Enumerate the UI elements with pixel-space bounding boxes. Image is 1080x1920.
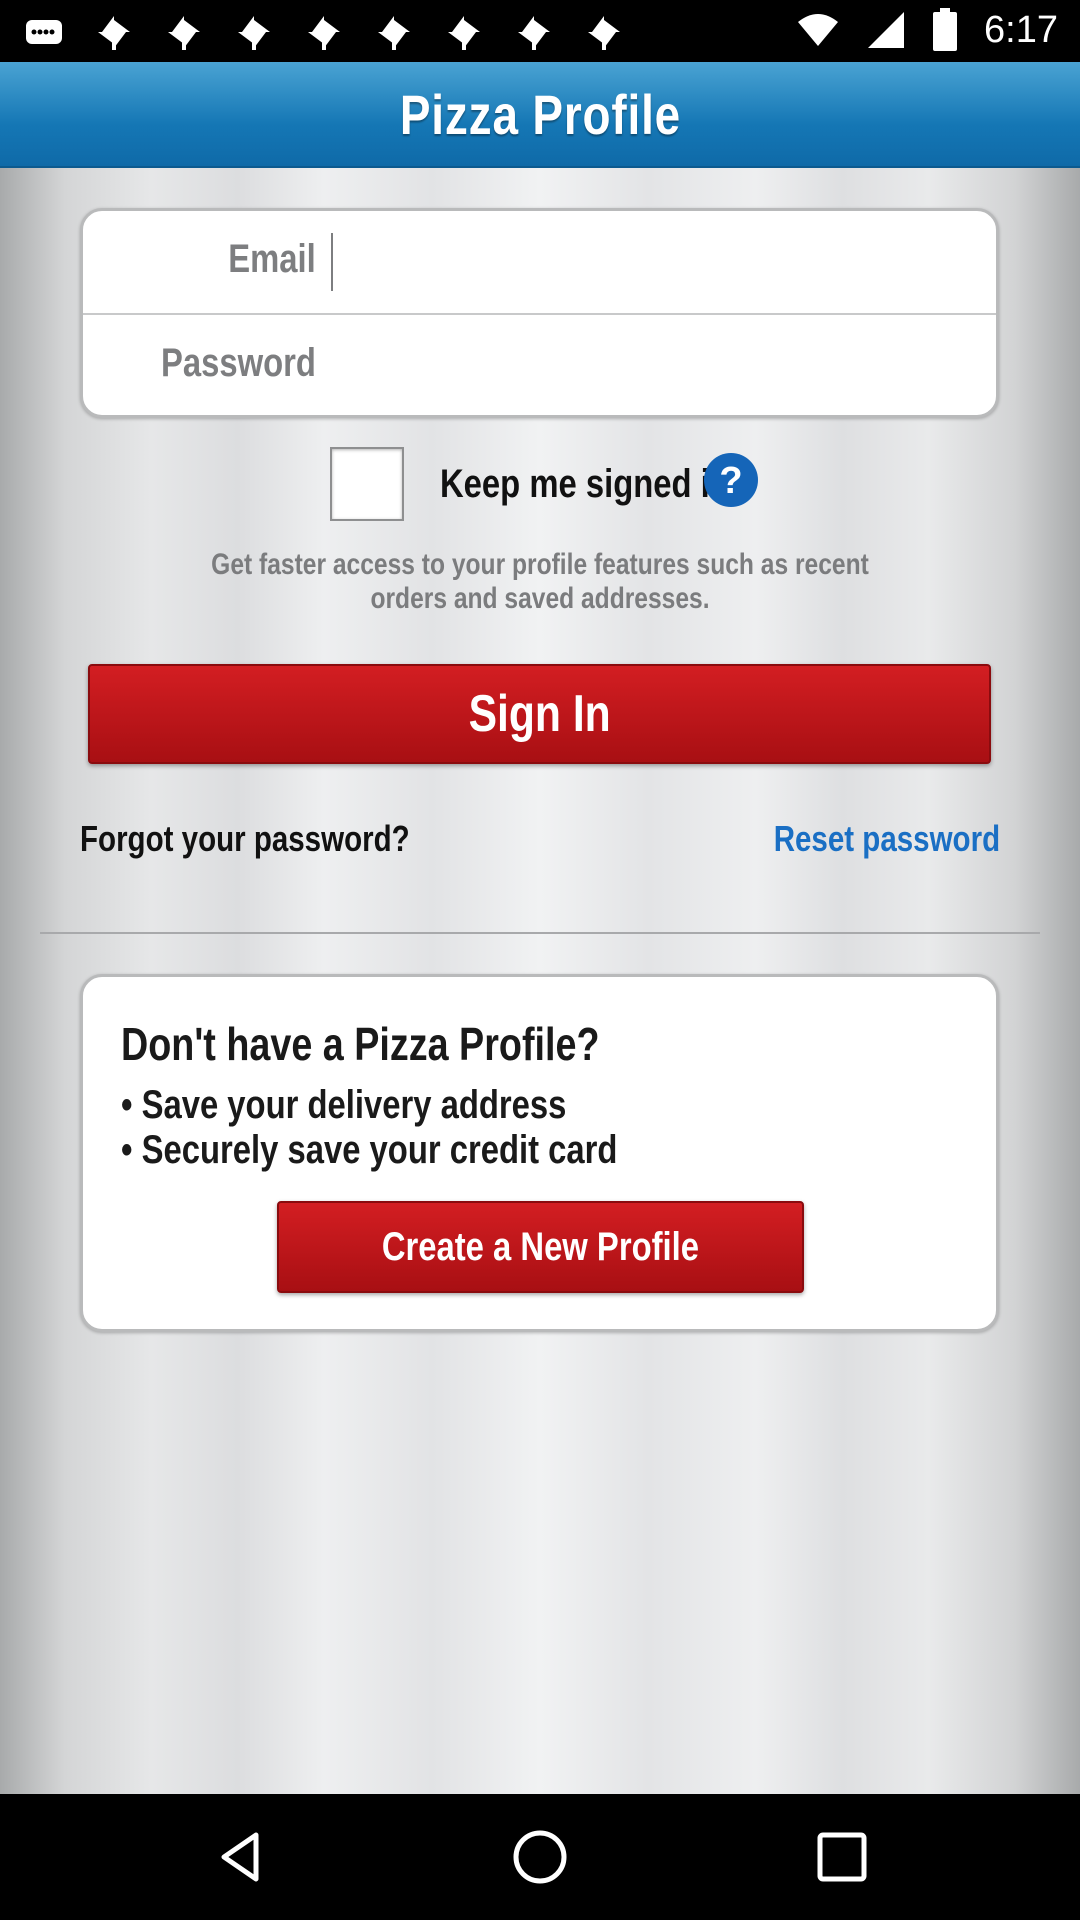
help-icon[interactable]: ? xyxy=(703,452,759,508)
pinwheel-icon xyxy=(448,16,480,50)
status-time: 6:17 xyxy=(984,8,1058,51)
notification-area xyxy=(24,12,624,52)
svg-text:?: ? xyxy=(719,460,742,502)
keep-signed-in-label[interactable]: Keep me signed in xyxy=(440,462,730,507)
list-item: • Save your delivery address xyxy=(121,1083,567,1127)
pinwheel-icon xyxy=(98,16,130,50)
promo-benefits-list: • Save your delivery address • Securely … xyxy=(121,1083,726,1173)
back-icon[interactable] xyxy=(210,1827,270,1887)
pinwheel-icon xyxy=(378,16,410,50)
promo-title: Don't have a Pizza Profile? xyxy=(121,1018,600,1070)
navigation-bar xyxy=(0,1794,1080,1920)
system-tray: 6:17 xyxy=(796,8,1058,52)
password-label: Password xyxy=(161,341,316,385)
keep-signed-in-hint: Get faster access to your profile featur… xyxy=(211,548,869,615)
app-header: Pizza Profile xyxy=(0,62,1080,168)
pinwheel-icon xyxy=(518,16,550,50)
create-profile-card: Don't have a Pizza Profile? • Save your … xyxy=(80,974,999,1332)
password-row: Password xyxy=(83,315,996,419)
keep-signed-in-row: Keep me signed in xyxy=(330,444,730,524)
password-field[interactable] xyxy=(331,337,971,395)
forgot-password-label: Forgot your password? xyxy=(80,818,410,859)
pinwheel-icon xyxy=(588,16,620,50)
recents-icon[interactable] xyxy=(812,1827,872,1887)
email-row: Email xyxy=(83,211,996,315)
battery-icon xyxy=(933,8,958,51)
create-profile-button[interactable]: Create a New Profile xyxy=(277,1201,804,1293)
email-field[interactable] xyxy=(331,233,971,291)
home-icon[interactable] xyxy=(510,1827,570,1887)
wifi-icon xyxy=(798,14,839,46)
reset-password-link[interactable]: Reset password xyxy=(724,818,1000,860)
message-icon xyxy=(26,20,62,44)
email-label: Email xyxy=(228,237,316,281)
keep-signed-in-checkbox[interactable] xyxy=(330,447,404,521)
sign-in-label: Sign In xyxy=(468,685,611,743)
create-profile-label: Create a New Profile xyxy=(381,1224,700,1269)
page-title: Pizza Profile xyxy=(399,82,681,146)
login-card: Email Password xyxy=(80,208,999,418)
main-content: Email Password Keep me signed in ? Get f… xyxy=(0,168,1080,1794)
sign-in-button[interactable]: Sign In xyxy=(88,664,991,764)
pinwheel-icon xyxy=(308,16,340,50)
signal-icon xyxy=(868,12,905,48)
divider xyxy=(40,932,1040,934)
pinwheel-icon xyxy=(238,16,270,50)
pinwheel-icon xyxy=(168,16,200,50)
status-bar: 6:17 xyxy=(0,0,1080,62)
list-item: • Securely save your credit card xyxy=(121,1128,618,1172)
